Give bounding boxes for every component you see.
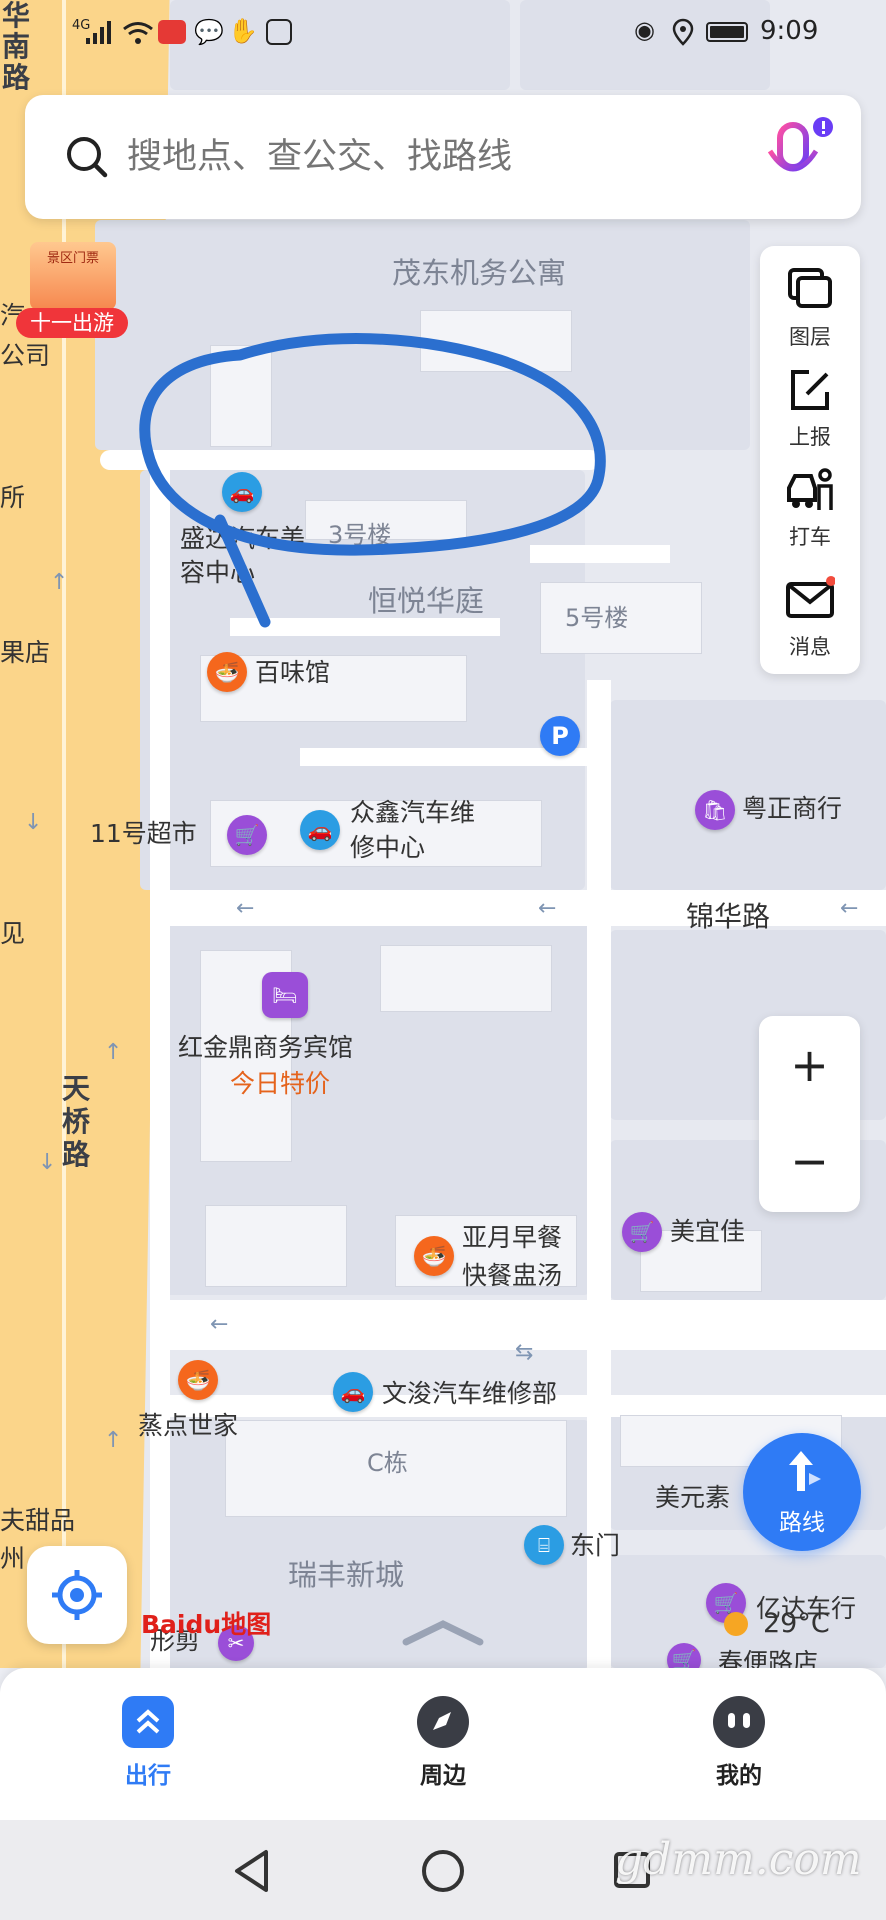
- signal-icon: [86, 21, 111, 44]
- status-time: 9:09: [760, 16, 819, 46]
- message-label: 消息: [789, 635, 831, 659]
- baidu-paw-icon: [266, 19, 292, 45]
- location-icon: [672, 18, 694, 46]
- promo-badge-top: 景区门票: [46, 251, 99, 266]
- system-navigation-bar: gdmm.com: [0, 1820, 886, 1920]
- nav-item-nearby[interactable]: 周边: [383, 1696, 503, 1790]
- zoom-in-button[interactable]: +: [759, 1030, 860, 1100]
- eye-icon: ◉: [634, 16, 655, 44]
- huawei-app-icon: [158, 20, 186, 44]
- nav-label-travel: 出行: [125, 1763, 171, 1789]
- layers-label: 图层: [789, 325, 831, 349]
- hand-drawn-circle: [139, 333, 606, 628]
- report-icon: [791, 370, 829, 410]
- route-arrow-icon: [789, 1451, 821, 1491]
- route-button[interactable]: 路线: [743, 1433, 861, 1551]
- report-button[interactable]: 上报: [760, 354, 860, 454]
- report-label: 上报: [789, 425, 831, 449]
- profile-icon: [713, 1696, 765, 1748]
- message-button[interactable]: 消息: [760, 564, 860, 664]
- locate-button[interactable]: [27, 1546, 127, 1644]
- route-label: 路线: [779, 1510, 825, 1536]
- travel-icon: [122, 1696, 174, 1748]
- annotation-stroke: [139, 333, 606, 628]
- map-tool-panel: 图层 上报 打车 消息: [760, 246, 860, 674]
- taxi-label: 打车: [789, 525, 831, 549]
- search-bar[interactable]: [25, 95, 861, 219]
- bottom-navigation: 出行 周边 我的: [0, 1668, 886, 1820]
- watermark: gdmm.com: [615, 1834, 862, 1885]
- nav-item-travel[interactable]: 出行: [88, 1696, 208, 1790]
- compass-icon: [417, 1696, 469, 1748]
- wifi-icon: [123, 22, 153, 44]
- search-icon: [67, 137, 108, 178]
- battery-icon: [706, 22, 748, 42]
- home-icon[interactable]: [420, 1848, 466, 1894]
- layers-icon: [788, 268, 832, 308]
- battery-fill: [710, 26, 744, 38]
- wechat-icon: 💬: [194, 18, 224, 46]
- promo-ticket: 景区门票: [30, 242, 116, 310]
- nav-label-profile: 我的: [716, 1763, 762, 1789]
- taxi-button[interactable]: 打车: [760, 454, 860, 554]
- promo-label: 十一出游: [16, 308, 128, 338]
- search-input[interactable]: [125, 127, 719, 187]
- message-icon: [786, 576, 836, 618]
- drawer-handle-chevron[interactable]: [400, 1618, 486, 1648]
- hand-icon: ✋: [228, 17, 258, 45]
- status-bar: 4G 💬 ✋ ◉ 9:09: [0, 0, 886, 64]
- nav-label-nearby: 周边: [420, 1763, 466, 1789]
- locate-icon: [52, 1570, 102, 1620]
- zoom-out-button[interactable]: −: [759, 1126, 860, 1196]
- layers-button[interactable]: 图层: [760, 254, 860, 354]
- taxi-icon: [787, 468, 833, 510]
- zoom-control: + −: [759, 1016, 860, 1212]
- nav-item-profile[interactable]: 我的: [679, 1696, 799, 1790]
- promo-card[interactable]: 景区门票 十一出游: [16, 240, 128, 340]
- voice-assistant-icon[interactable]: [760, 115, 840, 195]
- map-canvas[interactable]: 茂东机务公寓 恒悦华庭 瑞丰新城 3号楼 5号楼 C栋 天桥路 锦华路 华南路 …: [0, 0, 886, 1668]
- back-icon[interactable]: [232, 1848, 272, 1894]
